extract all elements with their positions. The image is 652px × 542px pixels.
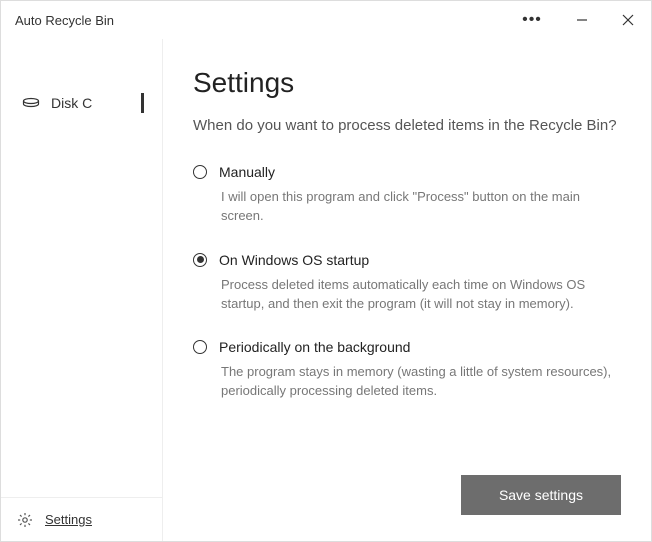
- option-desc: I will open this program and click "Proc…: [221, 188, 621, 226]
- more-button[interactable]: •••: [513, 4, 559, 36]
- option-label: On Windows OS startup: [219, 252, 369, 268]
- option-label: Manually: [219, 164, 275, 180]
- sidebar-item-disk-c[interactable]: Disk C: [1, 83, 162, 123]
- close-button[interactable]: [605, 4, 651, 36]
- radio-startup[interactable]: On Windows OS startup: [193, 252, 621, 268]
- minimize-button[interactable]: [559, 4, 605, 36]
- close-icon: [622, 14, 634, 26]
- page-title: Settings: [193, 67, 621, 99]
- option-startup: On Windows OS startup Process deleted it…: [193, 252, 621, 314]
- page-subtitle: When do you want to process deleted item…: [193, 115, 621, 136]
- save-button[interactable]: Save settings: [461, 475, 621, 515]
- disk-icon: [21, 97, 41, 109]
- radio-periodic[interactable]: Periodically on the background: [193, 339, 621, 355]
- sidebar-spacer: [1, 123, 162, 497]
- titlebar: Auto Recycle Bin •••: [1, 1, 651, 39]
- option-desc: The program stays in memory (wasting a l…: [221, 363, 621, 401]
- main-content: Settings When do you want to process del…: [163, 39, 651, 541]
- gear-icon: [17, 512, 37, 528]
- sidebar: Disk C Settings: [1, 39, 163, 541]
- radio-icon-selected: [193, 253, 207, 267]
- minimize-icon: [576, 14, 588, 26]
- sidebar-settings-label: Settings: [45, 512, 92, 527]
- window-title: Auto Recycle Bin: [15, 13, 513, 28]
- option-periodic: Periodically on the background The progr…: [193, 339, 621, 401]
- option-label: Periodically on the background: [219, 339, 410, 355]
- option-manually: Manually I will open this program and cl…: [193, 164, 621, 226]
- option-desc: Process deleted items automatically each…: [221, 276, 621, 314]
- body: Disk C Settings Settings When do you wan…: [1, 39, 651, 541]
- radio-icon: [193, 340, 207, 354]
- footer: Save settings: [193, 475, 621, 521]
- radio-icon: [193, 165, 207, 179]
- radio-manually[interactable]: Manually: [193, 164, 621, 180]
- sidebar-settings-link[interactable]: Settings: [1, 497, 162, 541]
- sidebar-item-label: Disk C: [51, 95, 92, 111]
- dots-icon: •••: [522, 11, 542, 29]
